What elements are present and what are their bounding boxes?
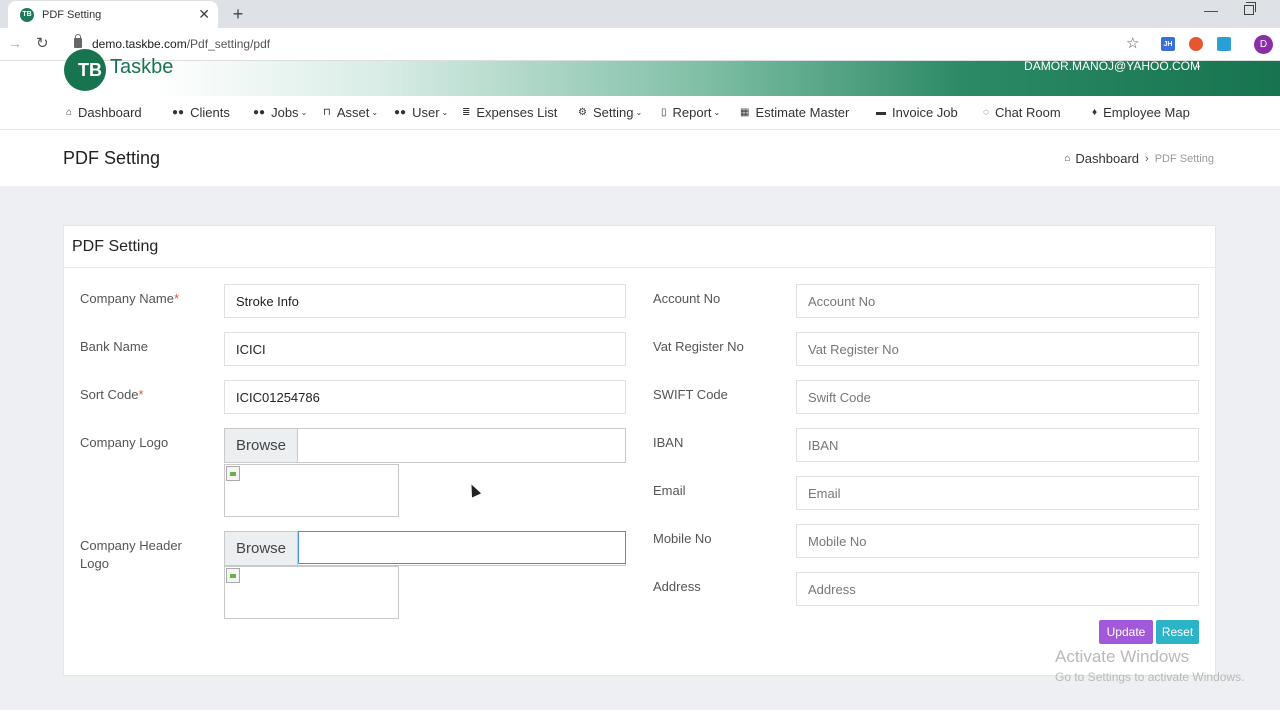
users-icon: ●●: [172, 107, 185, 118]
forward-arrow-icon[interactable]: →: [8, 35, 22, 51]
broken-image-icon: [226, 568, 240, 583]
user-menu[interactable]: DAMOR.MANOJ@YAHOO.COM: [1024, 59, 1200, 73]
chevron-down-icon: ⌄: [300, 108, 308, 117]
tab-title: PDF Setting: [42, 8, 102, 21]
bank-name-input[interactable]: ICICI: [224, 332, 626, 366]
company-logo-browse-button[interactable]: Browse: [225, 429, 298, 462]
page-header: PDF Setting ⌂ Dashboard › PDF Setting: [0, 130, 1280, 186]
breadcrumb-current: PDF Setting: [1154, 152, 1214, 165]
extension-orange-icon[interactable]: [1189, 37, 1203, 51]
sort-code-input[interactable]: ICIC01254786: [224, 380, 626, 414]
vat-register-no-label: Vat Register No: [653, 339, 744, 354]
sort-code-label: Sort Code*: [80, 387, 144, 402]
page-title: PDF Setting: [63, 148, 161, 168]
company-header-logo-preview: [224, 566, 399, 619]
nav-user[interactable]: ●● User ⌄: [394, 105, 448, 120]
lock-icon[interactable]: [74, 34, 82, 48]
company-name-label: Company Name*: [80, 291, 179, 306]
new-tab-icon[interactable]: +: [229, 4, 247, 25]
activate-windows-title: Activate Windows: [1055, 647, 1190, 666]
minimize-icon[interactable]: —: [1204, 2, 1218, 18]
activate-windows-subtitle: Go to Settings to activate Windows.: [1055, 670, 1245, 684]
update-button[interactable]: Update: [1099, 620, 1153, 644]
nav-expenses-list[interactable]: ≣ Expenses List: [462, 105, 557, 120]
users-icon: ●●: [394, 107, 407, 118]
browser-tabstrip: TB PDF Setting ✕ + —: [0, 0, 1280, 28]
company-logo-file-input[interactable]: Browse: [224, 428, 626, 463]
nav-chat-room[interactable]: ◌ Chat Room: [983, 105, 1061, 120]
card-title: PDF Setting: [72, 238, 159, 255]
list-icon: ≣: [462, 107, 471, 118]
account-no-input[interactable]: Account No: [796, 284, 1199, 318]
swift-code-input[interactable]: Swift Code: [796, 380, 1199, 414]
broken-image-icon: [226, 466, 240, 481]
reset-button[interactable]: Reset: [1156, 620, 1199, 644]
nav-asset[interactable]: ⊓ Asset ⌄: [323, 105, 378, 120]
home-icon: ⌂: [66, 107, 73, 118]
url-field[interactable]: demo.taskbe.com/Pdf_setting/pdf: [92, 37, 270, 51]
account-no-label: Account No: [653, 291, 721, 306]
iban-label: IBAN: [653, 435, 684, 450]
extension-jh-icon[interactable]: JH: [1161, 37, 1175, 51]
browser-addressbar: → ↻ demo.taskbe.com/Pdf_setting/pdf ☆ JH…: [0, 28, 1280, 61]
bottom-strip: [0, 710, 1280, 720]
chat-icon: ◌: [983, 107, 989, 118]
card-divider: [64, 267, 1215, 268]
gears-icon: ⚙: [578, 107, 587, 118]
breadcrumb: ⌂ Dashboard › PDF Setting: [1064, 151, 1214, 166]
company-logo-label: Company Logo: [80, 435, 169, 450]
email-input[interactable]: Email: [796, 476, 1199, 510]
chevron-down-icon[interactable]: ⌄: [1194, 60, 1202, 71]
mobile-no-input[interactable]: Mobile No: [796, 524, 1199, 558]
logo-text[interactable]: Taskbe: [110, 56, 173, 79]
chevron-down-icon: ⌄: [371, 108, 379, 117]
address-input[interactable]: Address: [796, 572, 1199, 606]
bookmark-icon: ⊓: [323, 107, 331, 118]
company-logo-preview: [224, 464, 399, 517]
file-icon: ▯: [661, 107, 667, 118]
chevron-right-icon: ›: [1145, 152, 1149, 165]
users-icon: ●●: [253, 107, 266, 118]
email-label: Email: [653, 483, 686, 498]
nav-invoice-job[interactable]: ▬ Invoice Job: [876, 105, 958, 120]
company-logo-file-field[interactable]: [298, 429, 625, 462]
tab-close-icon[interactable]: ✕: [198, 6, 210, 23]
nav-jobs[interactable]: ●● Jobs ⌄: [253, 105, 307, 120]
chevron-down-icon: ⌄: [441, 108, 449, 117]
briefcase-icon: ▬: [876, 107, 886, 118]
browser-tab[interactable]: TB PDF Setting ✕: [8, 1, 218, 28]
nav-setting[interactable]: ⚙ Setting ⌄: [578, 105, 642, 120]
breadcrumb-dashboard-link[interactable]: Dashboard: [1075, 151, 1139, 166]
vat-register-no-input[interactable]: Vat Register No: [796, 332, 1199, 366]
bookmark-star-icon[interactable]: ☆: [1126, 34, 1139, 52]
mobile-no-label: Mobile No: [653, 531, 712, 546]
iban-input[interactable]: IBAN: [796, 428, 1199, 462]
nav-employee-map[interactable]: ♦ Employee Map: [1092, 105, 1190, 120]
nav-dashboard[interactable]: ⌂ Dashboard: [66, 105, 142, 120]
company-header-logo-file-field[interactable]: [298, 531, 626, 564]
restore-window-icon[interactable]: [1244, 2, 1256, 15]
extension-blue-icon[interactable]: [1217, 37, 1231, 51]
calculator-icon: ▦: [740, 107, 750, 118]
nav-clients[interactable]: ●● Clients: [172, 105, 230, 120]
nav-report[interactable]: ▯ Report ⌄: [661, 105, 720, 120]
swift-code-label: SWIFT Code: [653, 387, 728, 402]
chevron-down-icon: ⌄: [713, 108, 721, 117]
profile-avatar[interactable]: D: [1254, 35, 1273, 54]
company-name-input[interactable]: Stroke Info: [224, 284, 626, 318]
tab-favicon-icon: TB: [20, 7, 34, 22]
home-icon: ⌂: [1064, 153, 1071, 164]
company-header-logo-label: Company Header Logo: [80, 538, 182, 571]
reload-icon[interactable]: ↻: [36, 34, 49, 52]
nav-estimate-master[interactable]: ▦ Estimate Master: [740, 105, 849, 120]
main-nav: ⌂ Dashboard ●● Clients ●● Jobs ⌄ ⊓ Asset…: [0, 96, 1280, 130]
logo-mark[interactable]: TB: [64, 49, 106, 91]
map-marker-icon: ♦: [1092, 107, 1098, 118]
company-header-logo-file-input[interactable]: Browse: [224, 531, 626, 566]
address-label: Address: [653, 579, 701, 594]
app-header: TB Taskbe DAMOR.MANOJ@YAHOO.COM ⌄: [0, 49, 1280, 96]
company-header-logo-browse-button[interactable]: Browse: [225, 532, 298, 565]
chevron-down-icon: ⌄: [635, 108, 643, 117]
bank-name-label: Bank Name: [80, 339, 148, 354]
